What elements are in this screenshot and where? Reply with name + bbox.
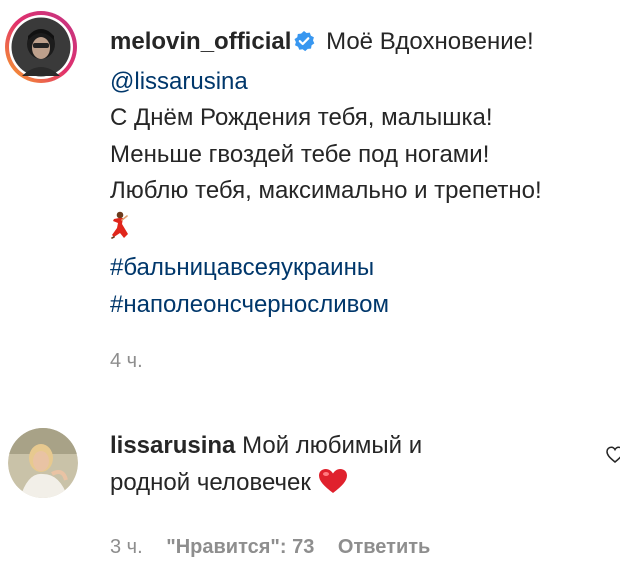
red-heart-emoji-icon: [318, 468, 348, 506]
caption-first-line: melovin_official Моё Вдохновение!: [110, 24, 620, 64]
reply-timestamp[interactable]: 3 ч.: [110, 536, 143, 558]
post-caption: melovin_official Моё Вдохновение! @lissa…: [110, 24, 620, 323]
reply-author-avatar[interactable]: [8, 428, 78, 498]
dancer-emoji-icon: [110, 211, 132, 251]
hashtag-link[interactable]: #бальницавсеяукраины: [110, 254, 374, 281]
verified-badge-icon: [293, 27, 315, 64]
caption-line: Люблю тебя, максимально и трепетно!: [110, 177, 542, 204]
caption-line: С Днём Рождения тебя, малышка!: [110, 104, 493, 131]
post-author-avatar[interactable]: [4, 10, 78, 84]
post-username[interactable]: melovin_official: [110, 28, 291, 55]
like-heart-icon[interactable]: [606, 446, 620, 469]
reply-button[interactable]: Ответить: [338, 536, 430, 558]
hashtag-link[interactable]: #наполеонсчерносливом: [110, 291, 389, 318]
post-timestamp[interactable]: 4 ч.: [110, 350, 143, 373]
reply-username[interactable]: lissarusina: [110, 432, 235, 459]
reply-text: родной человечек: [110, 468, 311, 496]
reply-text: Мой любимый и: [242, 432, 423, 459]
mention-link[interactable]: @lissarusina: [110, 68, 248, 95]
reply-likes-count[interactable]: "Нравится": 73: [166, 536, 314, 558]
reply-comment: lissarusina Мой любимый и родной человеч…: [110, 428, 610, 505]
reply-meta: 3 ч. "Нравится": 73 Ответить: [110, 536, 430, 559]
caption-title: Моё Вдохновение!: [326, 28, 534, 55]
caption-line: Меньше гвоздей тебе под ногами!: [110, 140, 490, 168]
